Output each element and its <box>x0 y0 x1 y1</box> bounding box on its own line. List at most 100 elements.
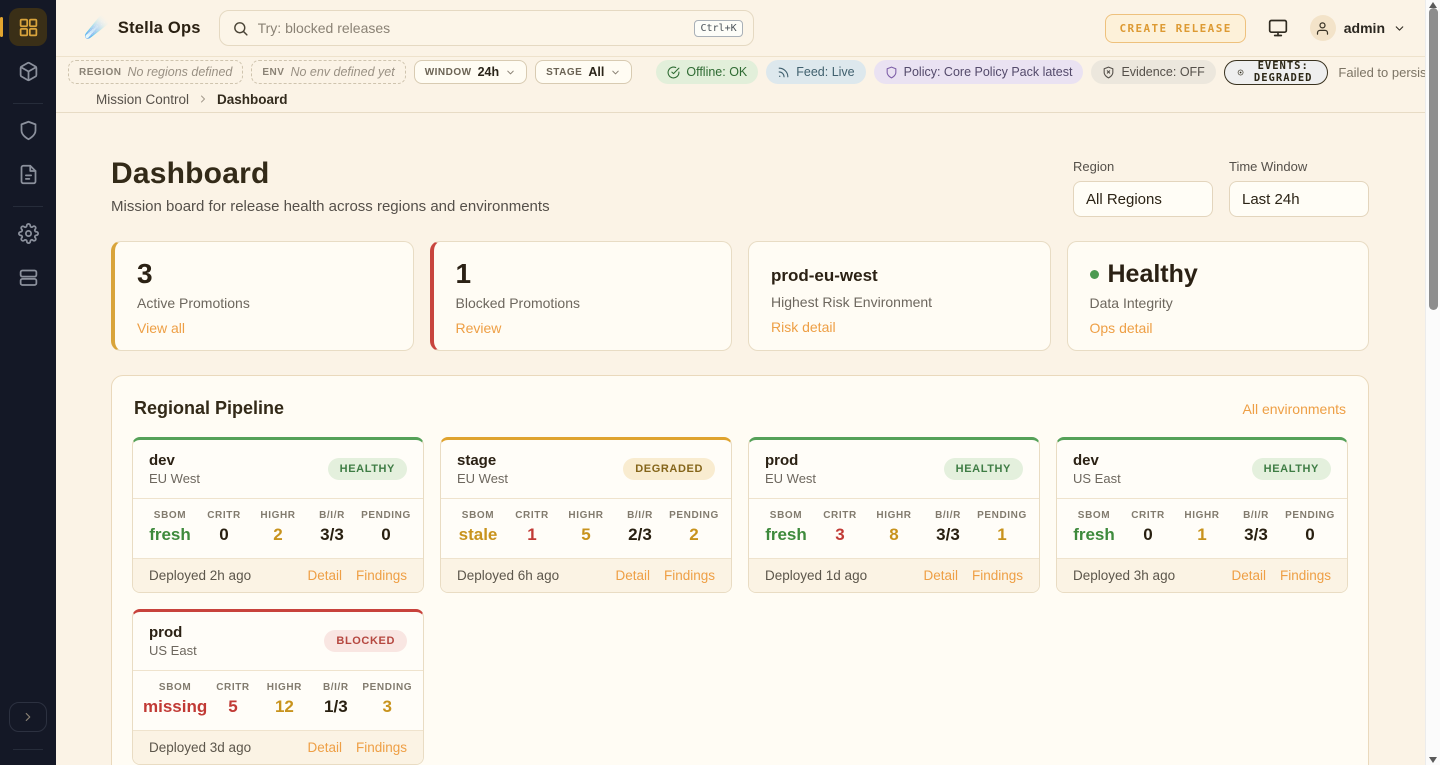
findings-link[interactable]: Findings <box>356 568 407 583</box>
pipeline-card-stats: SBOMfresh CRITR0 HIGHR2 B/I/R3/3 PENDING… <box>133 498 423 559</box>
blocked-promotions-value: 1 <box>456 258 710 290</box>
user-icon <box>1315 21 1330 36</box>
sidebar <box>0 0 56 765</box>
scroll-down-arrow[interactable] <box>1429 757 1437 763</box>
dashboard-grid-icon <box>18 17 39 38</box>
main-column: ☄️ Stella Ops Ctrl+K CREATE RELEASE <box>56 0 1440 765</box>
stat-value-bir: 1/3 <box>310 697 361 717</box>
environment-name: dev <box>149 452 200 469</box>
stat-header-sbom: SBOM <box>143 682 207 693</box>
events-status-badge[interactable]: EVENTS: DEGRADED <box>1224 60 1329 85</box>
blocked-promotions-card: 1 Blocked Promotions Review <box>430 241 733 351</box>
view-all-link[interactable]: View all <box>137 320 185 336</box>
data-integrity-card: Healthy Data Integrity Ops detail <box>1067 241 1370 351</box>
stat-header-pending: PENDING <box>362 682 413 693</box>
findings-link[interactable]: Findings <box>356 740 407 755</box>
sidebar-item-documents[interactable] <box>9 155 47 193</box>
search-icon <box>232 20 249 37</box>
stat-header-bir: B/I/R <box>310 682 361 693</box>
stat-value-sbom: missing <box>143 697 207 717</box>
regional-pipeline-panel: Regional Pipeline All environments dev E… <box>111 375 1369 765</box>
stat-value-critr: 0 <box>1121 525 1175 545</box>
env-context-pill[interactable]: ENV No env defined yet <box>251 60 405 84</box>
create-release-button[interactable]: CREATE RELEASE <box>1105 14 1245 43</box>
findings-link[interactable]: Findings <box>664 568 715 583</box>
scrollbar-thumb[interactable] <box>1429 8 1438 310</box>
stat-header-pending: PENDING <box>1283 510 1337 521</box>
detail-link[interactable]: Detail <box>1231 568 1266 583</box>
user-menu[interactable]: admin <box>1310 15 1406 41</box>
offline-status-badge[interactable]: Offline: OK <box>656 60 758 84</box>
stat-header-pending: PENDING <box>667 510 721 521</box>
sidebar-item-settings[interactable] <box>9 214 47 252</box>
region-filter-select[interactable]: All Regions <box>1073 181 1213 217</box>
breadcrumb-dashboard: Dashboard <box>217 92 288 107</box>
env-context-label: ENV <box>262 67 284 78</box>
stat-value-pending: 0 <box>1283 525 1337 545</box>
region-context-label: REGION <box>79 67 121 78</box>
pipeline-card-head: dev EU West HEALTHY <box>133 440 423 498</box>
stat-header-bir: B/I/R <box>613 510 667 521</box>
context-bar: REGION No regions defined ENV No env def… <box>56 58 1440 86</box>
policy-status-label: Policy: Core Policy Pack latest <box>904 65 1073 79</box>
detail-link[interactable]: Detail <box>615 568 650 583</box>
check-circle-icon <box>667 66 680 79</box>
stat-value-bir: 2/3 <box>613 525 667 545</box>
status-badge: DEGRADED <box>623 458 715 480</box>
vertical-scrollbar[interactable] <box>1425 0 1440 765</box>
detail-link[interactable]: Detail <box>923 568 958 583</box>
offline-status-label: Offline: OK <box>686 65 747 79</box>
app-title: Stella Ops <box>118 19 201 38</box>
topbar-actions: CREATE RELEASE admin <box>1105 14 1406 43</box>
sidebar-expand-button[interactable] <box>9 702 47 732</box>
detail-link[interactable]: Detail <box>307 740 342 755</box>
display-mode-button[interactable] <box>1268 18 1288 38</box>
panel-header: Regional Pipeline All environments <box>132 398 1348 419</box>
brand: ☄️ Stella Ops <box>84 18 201 38</box>
risk-detail-link[interactable]: Risk detail <box>771 319 836 335</box>
chevron-down-icon <box>505 67 516 78</box>
policy-status-badge[interactable]: Policy: Core Policy Pack latest <box>874 60 1084 84</box>
stat-header-highr: HIGHR <box>251 510 305 521</box>
page-content: Dashboard Mission board for release heal… <box>56 113 1440 765</box>
findings-link[interactable]: Findings <box>972 568 1023 583</box>
highest-risk-label: Highest Risk Environment <box>771 294 1028 310</box>
ops-detail-link[interactable]: Ops detail <box>1090 320 1153 336</box>
active-promotions-label: Active Promotions <box>137 295 391 311</box>
pipeline-card-footer: Deployed 1d ago Detail Findings <box>749 559 1039 592</box>
shield-off-icon <box>1102 66 1115 79</box>
environment-name: prod <box>765 452 816 469</box>
region-context-value: No regions defined <box>127 65 232 79</box>
sidebar-item-security[interactable] <box>9 111 47 149</box>
findings-link[interactable]: Findings <box>1280 568 1331 583</box>
rss-icon <box>777 66 790 79</box>
feed-status-badge[interactable]: Feed: Live <box>766 60 865 84</box>
deployed-timestamp: Deployed 3d ago <box>149 740 251 755</box>
healthy-status-dot <box>1090 270 1099 279</box>
status-badge: HEALTHY <box>1252 458 1331 480</box>
review-link[interactable]: Review <box>456 320 502 336</box>
page-header: Dashboard Mission board for release heal… <box>111 157 1369 217</box>
all-environments-link[interactable]: All environments <box>1243 401 1347 417</box>
status-badge: HEALTHY <box>944 458 1023 480</box>
feed-status-label: Feed: Live <box>796 65 854 79</box>
sidebar-item-infrastructure[interactable] <box>9 258 47 296</box>
environment-region: US East <box>149 643 197 658</box>
status-badge: BLOCKED <box>324 630 407 652</box>
time-window-filter-select[interactable]: Last 24h <box>1229 181 1369 217</box>
stat-value-highr: 12 <box>259 697 310 717</box>
sidebar-item-dashboard[interactable] <box>9 8 47 46</box>
search-input[interactable] <box>258 20 686 36</box>
breadcrumb-mission-control[interactable]: Mission Control <box>96 92 189 107</box>
stat-value-highr: 1 <box>1175 525 1229 545</box>
pipeline-card-stats: SBOMstale CRITR1 HIGHR5 B/I/R2/3 PENDING… <box>441 498 731 559</box>
global-search[interactable]: Ctrl+K <box>219 10 754 46</box>
window-context-dropdown[interactable]: WINDOW 24h <box>414 60 527 84</box>
detail-link[interactable]: Detail <box>307 568 342 583</box>
stage-context-dropdown[interactable]: STAGE All <box>535 60 632 84</box>
pipeline-grid: dev EU West HEALTHY SBOMfresh CRITR0 HIG… <box>132 437 1348 765</box>
sidebar-divider <box>13 103 43 104</box>
region-context-pill[interactable]: REGION No regions defined <box>68 60 243 84</box>
evidence-status-badge[interactable]: Evidence: OFF <box>1091 60 1215 84</box>
sidebar-item-releases[interactable] <box>9 52 47 90</box>
